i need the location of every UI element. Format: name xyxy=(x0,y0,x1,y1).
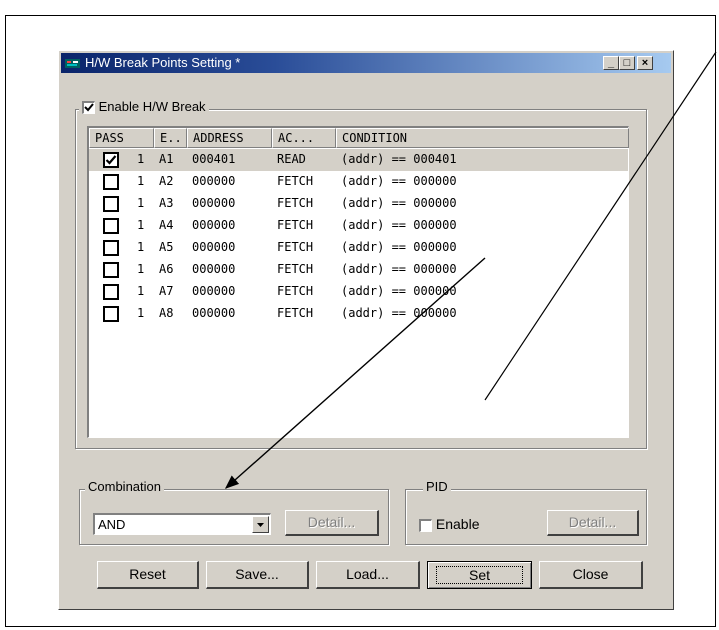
row-e: A2 xyxy=(159,174,174,188)
column-header-e[interactable]: E.. xyxy=(154,128,187,148)
pid-detail-button[interactable]: Detail... xyxy=(547,510,639,536)
row-enable-checkbox[interactable] xyxy=(103,240,119,256)
pid-enable-toggle[interactable]: Enable xyxy=(419,516,479,532)
combination-detail-button[interactable]: Detail... xyxy=(285,510,379,536)
list-header: PASS E.. ADDRESS AC... CONDITION xyxy=(89,128,629,148)
row-pass: 1 xyxy=(137,152,145,166)
close-window-button[interactable]: × xyxy=(637,56,653,70)
row-condition: (addr) == 000000 xyxy=(341,240,457,254)
reset-button[interactable]: Reset xyxy=(97,561,199,589)
row-pass: 1 xyxy=(137,284,145,298)
row-e: A5 xyxy=(159,240,174,254)
row-enable-checkbox[interactable] xyxy=(103,306,119,322)
check-icon xyxy=(105,155,117,165)
break-points-list[interactable]: PASS E.. ADDRESS AC... CONDITION 1 A1 0004… xyxy=(87,126,629,438)
focus-ring xyxy=(436,566,523,584)
table-row[interactable]: 1 A4 000000 FETCH (addr) == 000000 xyxy=(89,215,628,237)
row-condition: (addr) == 000000 xyxy=(341,306,457,320)
combination-label: Combination xyxy=(85,479,164,494)
minimize-icon: _ xyxy=(607,57,615,69)
table-row[interactable]: 1 A3 000000 FETCH (addr) == 000000 xyxy=(89,193,628,215)
row-address: 000000 xyxy=(192,218,236,232)
table-row[interactable]: 1 A5 000000 FETCH (addr) == 000000 xyxy=(89,237,628,259)
pid-label: PID xyxy=(423,479,451,494)
minimize-button[interactable]: _ xyxy=(603,56,619,70)
row-address: 000000 xyxy=(192,174,236,188)
row-condition: (addr) == 000401 xyxy=(341,152,457,166)
row-condition: (addr) == 000000 xyxy=(341,284,457,298)
table-row[interactable]: 1 A8 000000 FETCH (addr) == 000000 xyxy=(89,303,628,325)
row-access: FETCH xyxy=(277,174,314,188)
table-row[interactable]: 1 A2 000000 FETCH (addr) == 000000 xyxy=(89,171,628,193)
row-address: 000401 xyxy=(192,152,236,166)
title-bar[interactable]: H/W Break Points Setting * _ □ × xyxy=(61,53,671,73)
enable-break-toggle[interactable]: Enable H/W Break xyxy=(79,99,209,115)
row-condition: (addr) == 000000 xyxy=(341,174,457,188)
row-access: READ xyxy=(277,152,306,166)
row-enable-checkbox[interactable] xyxy=(103,152,119,168)
chevron-down-icon xyxy=(257,523,264,527)
column-header-address[interactable]: ADDRESS xyxy=(187,128,272,148)
hw-break-points-dialog: H/W Break Points Setting * _ □ × Enable … xyxy=(58,50,674,610)
combination-value: AND xyxy=(98,517,126,532)
table-row[interactable]: 1 A6 000000 FETCH (addr) == 000000 xyxy=(89,259,628,281)
row-enable-checkbox[interactable] xyxy=(103,218,119,234)
dropdown-arrow-button[interactable] xyxy=(252,516,269,533)
row-address: 000000 xyxy=(192,284,236,298)
pid-enable-label: Enable xyxy=(435,516,480,532)
row-pass: 1 xyxy=(137,218,145,232)
close-icon: × xyxy=(641,57,649,69)
row-e: A7 xyxy=(159,284,174,298)
enable-break-label: Enable H/W Break xyxy=(98,99,206,114)
app-icon xyxy=(65,59,80,68)
row-condition: (addr) == 000000 xyxy=(341,196,457,210)
enable-break-checkbox[interactable] xyxy=(82,101,95,115)
table-row[interactable]: 1 A7 000000 FETCH (addr) == 000000 xyxy=(89,281,628,303)
pid-enable-checkbox[interactable] xyxy=(419,518,432,532)
check-icon xyxy=(84,103,94,112)
maximize-button[interactable]: □ xyxy=(619,56,635,70)
column-header-pass[interactable]: PASS xyxy=(89,128,154,148)
row-e: A3 xyxy=(159,196,174,210)
dialog-title: H/W Break Points Setting * xyxy=(85,55,241,70)
column-header-condition[interactable]: CONDITION xyxy=(336,128,629,148)
row-access: FETCH xyxy=(277,284,314,298)
row-condition: (addr) == 000000 xyxy=(341,218,457,232)
row-pass: 1 xyxy=(137,262,145,276)
set-button[interactable]: Set xyxy=(427,561,532,589)
row-e: A8 xyxy=(159,306,174,320)
maximize-icon: □ xyxy=(623,57,631,69)
row-pass: 1 xyxy=(137,306,145,320)
row-e: A6 xyxy=(159,262,174,276)
row-address: 000000 xyxy=(192,262,236,276)
row-e: A1 xyxy=(159,152,174,166)
row-pass: 1 xyxy=(137,240,145,254)
load-button[interactable]: Load... xyxy=(316,561,420,589)
row-address: 000000 xyxy=(192,240,236,254)
row-pass: 1 xyxy=(137,196,145,210)
save-button[interactable]: Save... xyxy=(206,561,309,589)
row-address: 000000 xyxy=(192,306,236,320)
row-condition: (addr) == 000000 xyxy=(341,262,457,276)
row-enable-checkbox[interactable] xyxy=(103,174,119,190)
row-access: FETCH xyxy=(277,218,314,232)
table-row[interactable]: 1 A1 000401 READ (addr) == 000401 xyxy=(89,149,628,171)
row-pass: 1 xyxy=(137,174,145,188)
row-access: FETCH xyxy=(277,262,314,276)
combination-select[interactable]: AND xyxy=(93,513,271,535)
row-e: A4 xyxy=(159,218,174,232)
column-header-access[interactable]: AC... xyxy=(272,128,336,148)
row-access: FETCH xyxy=(277,196,314,210)
row-enable-checkbox[interactable] xyxy=(103,284,119,300)
row-enable-checkbox[interactable] xyxy=(103,262,119,278)
row-enable-checkbox[interactable] xyxy=(103,196,119,212)
close-button[interactable]: Close xyxy=(539,561,643,589)
row-address: 000000 xyxy=(192,196,236,210)
row-access: FETCH xyxy=(277,240,314,254)
row-access: FETCH xyxy=(277,306,314,320)
